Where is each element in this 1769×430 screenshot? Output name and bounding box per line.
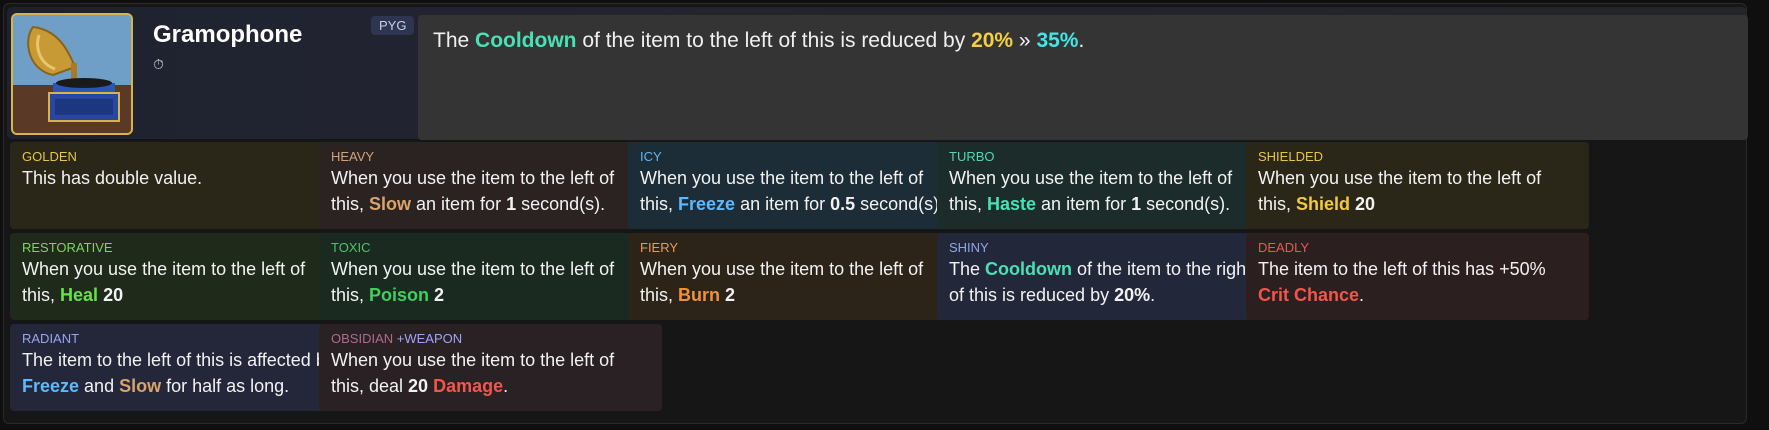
keyword-slow: Slow	[119, 376, 162, 396]
value: 2	[725, 285, 736, 305]
keyword-damage: Damage	[433, 376, 504, 396]
item-header: Gramophone ⏱ PYG The Cooldown of the ite…	[7, 7, 1748, 140]
enchantment-fiery[interactable]: FIERY When you use the item to the left …	[628, 233, 971, 320]
enchantment-name: RADIANT	[22, 331, 80, 346]
value: 0.5	[830, 194, 856, 214]
enchantment-name: TURBO	[949, 149, 995, 164]
enchantment-name: RESTORATIVE	[22, 240, 113, 255]
text-part: second(s).	[855, 194, 945, 214]
text-part: an item for	[411, 194, 507, 214]
keyword-crit-chance: Crit Chance	[1258, 285, 1360, 305]
enchantment-name: DEADLY	[1258, 240, 1310, 255]
enchantment-text: When you use the item to the left of thi…	[22, 256, 341, 308]
enchantment-text: When you use the item to the left of thi…	[640, 256, 959, 308]
enchantment-text: The item to the left of this has +50% Cr…	[1258, 256, 1577, 308]
enchantment-text: When you use the item to the left of thi…	[949, 165, 1268, 217]
enchantment-text: When you use the item to the left of thi…	[1258, 165, 1577, 217]
text-part: The item to the left of this has +50%	[1258, 259, 1546, 279]
text-part: second(s).	[1141, 194, 1231, 214]
enchantment-text: The Cooldown of the item to the right of…	[949, 256, 1268, 308]
text-part: The	[949, 259, 986, 279]
value: 20	[408, 376, 429, 396]
text-part: .	[503, 376, 509, 396]
keyword-haste: Haste	[987, 194, 1037, 214]
item-image-gramophone[interactable]	[11, 13, 133, 135]
keyword-freeze: Freeze	[22, 376, 80, 396]
value: 20%	[1114, 285, 1151, 305]
enchantment-radiant[interactable]: RADIANT The item to the left of this is …	[10, 324, 353, 411]
value: 20	[1355, 194, 1376, 214]
keyword-cooldown: Cooldown	[985, 259, 1073, 279]
enchantment-obsidian[interactable]: OBSIDIAN +WEAPON When you use the item t…	[319, 324, 662, 411]
enchantment-name: SHIELDED	[1258, 149, 1324, 164]
keyword-slow: Slow	[369, 194, 412, 214]
desc-from-value: 20%	[971, 29, 1014, 52]
gramophone-icon	[13, 15, 131, 133]
enchantment-name: OBSIDIAN	[331, 331, 394, 346]
weapon-tag: +WEAPON	[396, 331, 463, 346]
keyword-burn: Burn	[678, 285, 721, 305]
desc-text: The	[433, 29, 476, 52]
enchantment-text: When you use the item to the left of thi…	[331, 347, 650, 399]
enchantment-name: HEAVY	[331, 149, 375, 164]
enchantment-text: When you use the item to the left of thi…	[331, 165, 650, 217]
enchantment-restorative[interactable]: RESTORATIVE When you use the item to the…	[10, 233, 353, 320]
value: 2	[434, 285, 445, 305]
enchantment-text: When you use the item to the left of thi…	[640, 165, 959, 217]
enchantment-shiny[interactable]: SHINY The Cooldown of the item to the ri…	[937, 233, 1280, 320]
item-title: Gramophone	[153, 21, 303, 48]
text-part: .	[1150, 285, 1156, 305]
item-tag-badge: PYG	[371, 16, 415, 35]
text-part: The item to the left of this is affected…	[22, 350, 335, 370]
keyword-poison: Poison	[369, 285, 430, 305]
enchantment-text: This has double value.	[22, 165, 341, 191]
desc-keyword-cooldown: Cooldown	[475, 29, 577, 52]
enchantment-name: ICY	[640, 149, 662, 164]
desc-text: of the item to the left of this is reduc…	[576, 29, 972, 52]
enchantment-toxic[interactable]: TOXIC When you use the item to the left …	[319, 233, 662, 320]
enchantment-name: SHINY	[949, 240, 989, 255]
enchantment-name-row: OBSIDIAN +WEAPON	[331, 331, 650, 346]
desc-to-value: 35%	[1036, 29, 1079, 52]
enchantment-golden[interactable]: GOLDEN This has double value.	[10, 142, 353, 229]
enchantment-name: FIERY	[640, 240, 679, 255]
enchantment-name: TOXIC	[331, 240, 371, 255]
value: 20	[103, 285, 124, 305]
item-description: The Cooldown of the item to the left of …	[418, 15, 1748, 140]
enchantment-deadly[interactable]: DEADLY The item to the left of this has …	[1246, 233, 1589, 320]
enchantment-text: The item to the left of this is affected…	[22, 347, 341, 399]
text-part: and	[79, 376, 120, 396]
item-tooltip-card: Gramophone ⏱ PYG The Cooldown of the ite…	[3, 3, 1748, 424]
keyword-heal: Heal	[60, 285, 99, 305]
keyword-freeze: Freeze	[678, 194, 736, 214]
desc-arrow: »	[1013, 29, 1037, 52]
keyword-shield: Shield	[1296, 194, 1351, 214]
text-part: an item for	[1036, 194, 1132, 214]
text-part: .	[1359, 285, 1365, 305]
stopwatch-icon: ⏱	[153, 56, 164, 72]
value: 1	[1131, 194, 1142, 214]
text-part: This has double value.	[22, 168, 203, 188]
enchantment-heavy[interactable]: HEAVY When you use the item to the left …	[319, 142, 662, 229]
enchantment-name: GOLDEN	[22, 149, 77, 164]
text-part: second(s).	[516, 194, 606, 214]
value: 1	[506, 194, 517, 214]
enchantment-icy[interactable]: ICY When you use the item to the left of…	[628, 142, 971, 229]
desc-text: .	[1078, 29, 1085, 52]
enchantment-text: When you use the item to the left of thi…	[331, 256, 650, 308]
text-part: for half as long.	[161, 376, 290, 396]
text-part: an item for	[735, 194, 831, 214]
enchantment-turbo[interactable]: TURBO When you use the item to the left …	[937, 142, 1280, 229]
enchantment-shielded[interactable]: SHIELDED When you use the item to the le…	[1246, 142, 1589, 229]
